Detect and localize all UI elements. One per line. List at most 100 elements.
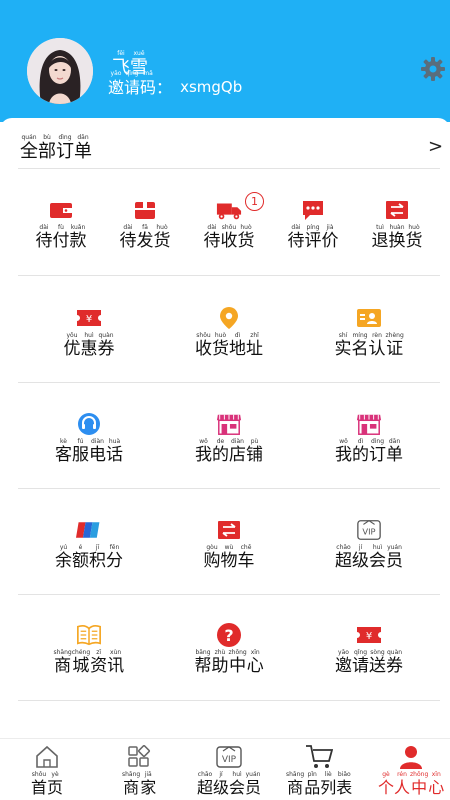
char-with-pinyin: sòng 送	[369, 649, 386, 676]
hanzi: 优	[63, 339, 81, 359]
invite-code-value: xsmgQb	[180, 78, 243, 96]
char-with-pinyin: huà 话	[106, 438, 123, 465]
menu-item-grid-0-0[interactable]: ¥ yōu 优 huì 惠 quàn 券	[64, 306, 115, 359]
tab-cart[interactable]: shāng 商 pǐn 品 liè 列 biǎo 表	[286, 744, 352, 797]
pinyin: mǎ	[143, 70, 153, 77]
char-with-pinyin: chē 车	[238, 544, 255, 571]
char-with-pinyin: jí 级	[213, 771, 229, 797]
menu-item-grid-1-2[interactable]: wǒ 我 dì 的 dìng 订 dān 单	[335, 412, 403, 465]
tab-vip[interactable]: VIP chāo 超 jí 级 huì 会 yuán 员	[197, 744, 261, 797]
hanzi: 中	[411, 778, 428, 797]
menu-item-grid-2-1[interactable]: gòu 购 wù 物 chē 车	[204, 518, 255, 571]
menu-item-label: bāng 帮 zhù 助 zhōng 中 xīn 心	[195, 649, 264, 676]
coupon-icon: ¥	[356, 623, 382, 647]
home-icon	[33, 744, 61, 770]
hanzi: 电	[89, 445, 106, 465]
char-with-pinyin: dài 待	[36, 224, 53, 251]
char-with-pinyin: jiā 家	[140, 771, 156, 797]
char-with-pinyin: jí 级	[352, 544, 369, 571]
hanzi: 会	[229, 778, 246, 797]
menu-item-label: dài 待 fā 发 huò 货	[120, 224, 171, 251]
person-icon	[397, 744, 425, 770]
char-with-pinyin: dān 单	[74, 134, 92, 162]
menu-item-order-0[interactable]: dài 待 fù 付 kuǎn 款	[36, 198, 87, 251]
menu-item-grid-1-0[interactable]: kè 客 fú 服 diàn 电 huà 话	[55, 412, 123, 465]
menu-item-label: shōu 收 huò 货 dì 地 zhǐ 址	[195, 332, 263, 359]
hanzi: 惠	[80, 339, 98, 359]
comment-icon	[300, 198, 326, 222]
char-with-pinyin: quàn 券	[386, 649, 403, 676]
hanzi: 部	[38, 141, 56, 162]
hanzi: 级	[352, 551, 369, 571]
hanzi: 我	[335, 445, 352, 465]
book-icon	[76, 623, 102, 647]
invite-code-row: yāo 邀 qǐng 请 mǎ 码 ： xsmgQb	[108, 70, 242, 97]
hanzi: 价	[321, 231, 339, 251]
menu-item-grid-3-1[interactable]: ? bāng 帮 zhù 助 zhōng 中 xīn 心	[195, 623, 264, 676]
menu-item-grid-3-2[interactable]: ¥ yāo 邀 qǐng 请 sòng 送 quàn 券	[335, 623, 403, 676]
id-card-icon	[356, 306, 382, 330]
svg-text:¥: ¥	[86, 314, 92, 325]
hanzi: 级	[213, 778, 230, 797]
char-with-pinyin: bù 部	[38, 134, 56, 162]
char-with-pinyin: wǒ 我	[335, 438, 352, 465]
all-orders-link[interactable]: quán 全 bù 部 dìng 订 dān 单	[20, 134, 92, 162]
coupon-icon: ¥	[76, 306, 102, 330]
char-with-pinyin: shí 实	[335, 332, 352, 359]
divider	[18, 488, 440, 489]
menu-item-grid-3-0[interactable]: shāng 商 chéng 城 zī 资 xùn 讯	[54, 623, 124, 676]
hanzi: 品	[304, 778, 321, 797]
char-with-pinyin: dài 待	[288, 224, 305, 251]
menu-item-grid-0-1[interactable]: shōu 收 huò 货 dì 地 zhǐ 址	[195, 306, 263, 359]
hanzi: 货	[237, 231, 255, 251]
menu-item-grid-1-1[interactable]: wǒ 我 de 的 diàn 店 pù 铺	[195, 412, 263, 465]
char-with-pinyin: gè 个	[378, 771, 394, 797]
char-with-pinyin: dì 的	[352, 438, 369, 465]
hanzi: 请	[352, 656, 369, 676]
hanzi: 首	[31, 778, 48, 797]
hanzi: 单	[386, 445, 403, 465]
char-with-pinyin: qǐng 请	[124, 70, 140, 97]
hanzi: 名	[351, 339, 369, 359]
char-with-pinyin: zhōng 中	[410, 771, 428, 797]
char-with-pinyin: shǒu 首	[31, 771, 47, 797]
menu-item-order-1[interactable]: dài 待 fā 发 huò 货	[120, 198, 171, 251]
tab-label: shāng 商 pǐn 品 liè 列 biǎo 表	[286, 771, 352, 797]
char-with-pinyin: qǐng 请	[352, 649, 369, 676]
svg-text:VIP: VIP	[222, 755, 237, 765]
menu-item-order-3[interactable]: dài 待 píng 评 jià 价	[288, 198, 339, 251]
gear-icon[interactable]	[420, 56, 446, 82]
avatar[interactable]	[27, 38, 93, 104]
hanzi: 货	[153, 231, 171, 251]
hanzi: 会	[369, 551, 386, 571]
char-with-pinyin: yuán 员	[245, 771, 261, 797]
menu-item-grid-2-0[interactable]: yú 余 é 额 jī 积 fēn 分	[55, 518, 123, 571]
menu-item-grid-2-2[interactable]: VIP chāo 超 jí 级 huì 会 yuán 员	[335, 518, 403, 571]
char-with-pinyin: yāo 邀	[335, 649, 352, 676]
menu-item-grid-0-2[interactable]: shí 实 míng 名 rèn 认 zhèng 证	[335, 306, 404, 359]
hanzi: 商	[287, 778, 304, 797]
char-with-pinyin: shāng 商	[54, 649, 72, 676]
hanzi: 家	[140, 778, 157, 797]
vip-icon: VIP	[215, 744, 243, 770]
char-with-pinyin: dìng 订	[56, 134, 74, 162]
hanzi: 待	[35, 231, 53, 251]
hanzi: 券	[97, 339, 115, 359]
tab-home[interactable]: shǒu 首 yè 页	[31, 744, 63, 797]
char-with-pinyin: jī 积	[89, 544, 106, 571]
char-with-pinyin: huì 惠	[81, 332, 98, 359]
hanzi: 中	[229, 656, 247, 676]
hanzi: 商	[54, 656, 72, 676]
headset-icon	[76, 412, 102, 436]
chevron-right-icon[interactable]: >	[428, 136, 443, 157]
hanzi: 评	[304, 231, 322, 251]
menu-item-label: dài 待 shōu 收 huò 货	[204, 224, 255, 251]
hanzi: 页	[47, 778, 64, 797]
char-with-pinyin: huì 会	[369, 544, 386, 571]
tab-person[interactable]: gè 个 rén 人 zhōng 中 xīn 心	[378, 744, 444, 797]
tab-label: shāng 商 jiā 家	[122, 771, 156, 797]
tab-category[interactable]: shāng 商 jiā 家	[122, 744, 156, 797]
menu-item-order-4[interactable]: tuì 退 huàn 换 huò 货	[372, 198, 423, 251]
char-with-pinyin: yuán 员	[386, 544, 403, 571]
char-with-pinyin: huì 会	[229, 771, 245, 797]
